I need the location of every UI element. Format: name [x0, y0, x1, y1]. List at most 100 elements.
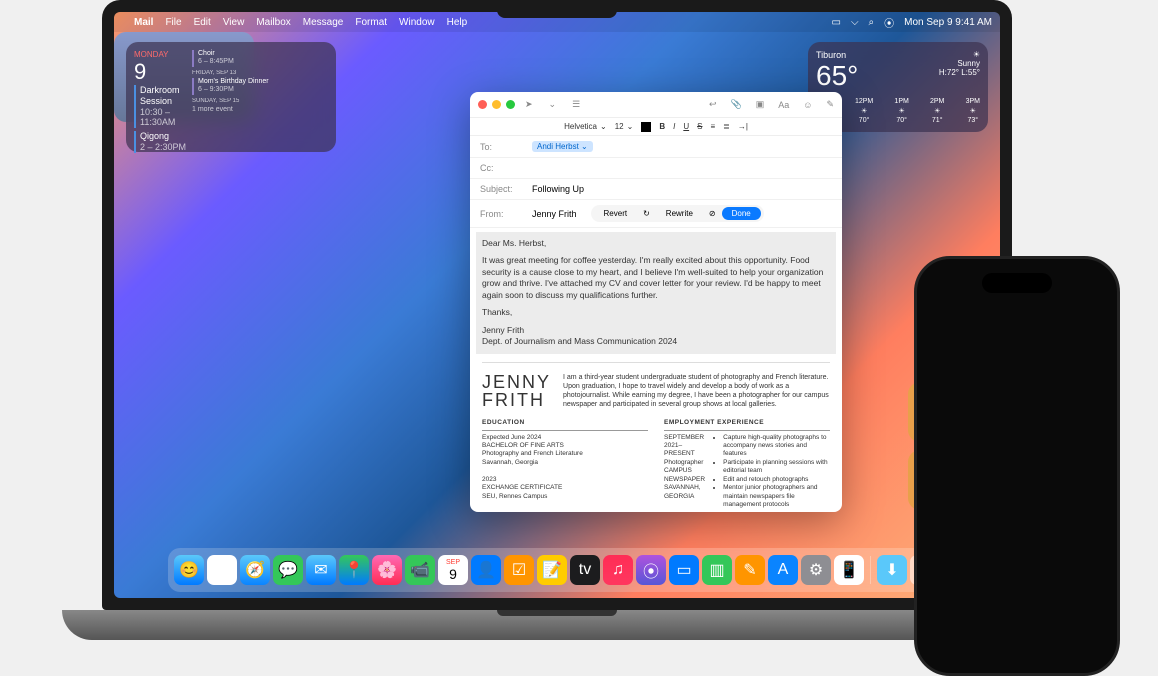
subject-value: Following Up [532, 184, 584, 194]
menu-file[interactable]: File [165, 17, 181, 28]
emoji-icon[interactable]: ☺ [803, 100, 812, 110]
event-date-header: FRIDAY, SEP 13 [192, 70, 328, 76]
format-icon[interactable]: Aa [778, 100, 789, 110]
font-select[interactable]: Helvetica ⌄ [564, 122, 607, 131]
calendar-event: Choir 6 – 8:45PM [192, 50, 328, 67]
resume-employment-col: EMPLOYMENT EXPERIENCE SEPTEMBER 2021–PRE… [664, 419, 830, 509]
signature-name: Jenny Frith [482, 325, 830, 336]
weather-city: Tiburon [816, 50, 858, 60]
sun-icon: ☀ [939, 50, 980, 59]
maximize-button[interactable] [506, 100, 515, 109]
window-titlebar[interactable]: ➤ ⌄ ☰ ↩ 📎 ▣ Aa ☺ ✎ [470, 92, 842, 118]
underline-button[interactable]: U [683, 122, 689, 131]
from-label: From: [480, 209, 524, 219]
resume-lastname: FRITH [482, 391, 551, 409]
menubar-clock[interactable]: Mon Sep 9 9:41 AM [904, 17, 992, 28]
photo-icon[interactable]: ▣ [756, 99, 765, 110]
cc-field[interactable]: Cc: [470, 158, 842, 179]
body-greeting: Dear Ms. Herbst, [482, 238, 830, 249]
menu-help[interactable]: Help [447, 17, 468, 28]
weather-hour: 2PM☀71° [930, 98, 944, 124]
to-field[interactable]: To: Andi Herbst ⌄ [470, 136, 842, 158]
dock-notes-icon[interactable]: 📝 [537, 555, 567, 585]
bold-button[interactable]: B [659, 122, 665, 131]
body-thanks: Thanks, [482, 307, 830, 318]
dock-keynote-icon[interactable]: ▭ [669, 555, 699, 585]
dock-messages-icon[interactable]: 💬 [273, 555, 303, 585]
event-time: 10:30 – 11:30AM [140, 107, 192, 129]
dock-finder-icon[interactable]: 😊 [174, 555, 204, 585]
dock-contacts-icon[interactable]: 👤 [471, 555, 501, 585]
subject-field[interactable]: Subject: Following Up [470, 179, 842, 200]
close-button[interactable] [478, 100, 487, 109]
dock-music-icon[interactable]: ♫ [603, 555, 633, 585]
calendar-widget[interactable]: MONDAY 9 Darkroom Session 10:30 – 11:30A… [126, 42, 336, 152]
event-time: 6 – 8:45PM [198, 58, 328, 66]
send-icon[interactable]: ➤ [525, 99, 533, 110]
battery-icon[interactable]: ▭ [832, 17, 841, 28]
dock-reminders-icon[interactable]: ☑ [504, 555, 534, 585]
indent-button[interactable]: →| [738, 122, 748, 131]
menu-view[interactable]: View [223, 17, 245, 28]
signature-dept: Dept. of Journalism and Mass Communicati… [482, 336, 830, 347]
search-icon[interactable]: ⌕ [869, 17, 875, 28]
from-value: Jenny Frith [532, 209, 577, 219]
strike-button[interactable]: S [697, 122, 702, 131]
weather-hour: 3PM☀73° [966, 98, 980, 124]
italic-button[interactable]: I [673, 122, 675, 131]
resume-education-col: EDUCATION Expected June 2024 BACHELOR OF… [482, 419, 648, 509]
dock-mail-icon[interactable]: ✉ [306, 555, 336, 585]
dock-launchpad-icon[interactable]: ⊞ [207, 555, 237, 585]
menu-message[interactable]: Message [303, 17, 344, 28]
list-button[interactable]: ≣ [723, 122, 730, 131]
rewrite-button[interactable]: Rewrite [656, 207, 703, 220]
dock-numbers-icon[interactable]: ▥ [702, 555, 732, 585]
iphone-device [914, 256, 1120, 676]
dock-pages-icon[interactable]: ✎ [735, 555, 765, 585]
dock-downloads-icon[interactable]: ⬇ [877, 555, 907, 585]
dock-safari-icon[interactable]: 🧭 [240, 555, 270, 585]
dock-calendar-icon[interactable]: SEP9 [438, 555, 468, 585]
history-icon[interactable]: ↻ [643, 209, 650, 218]
menu-format[interactable]: Format [355, 17, 387, 28]
calendar-event: Darkroom Session 10:30 – 11:30AM [134, 85, 192, 128]
markup-icon[interactable]: ✎ [826, 99, 834, 110]
weather-temp: 65° [816, 60, 858, 92]
dock-iphone-icon[interactable]: 📱 [834, 555, 864, 585]
event-title: Qigong [140, 131, 192, 142]
weather-hour: 1PM☀70° [894, 98, 908, 124]
options-icon[interactable]: ⊘ [709, 209, 716, 218]
menu-mailbox[interactable]: Mailbox [256, 17, 290, 28]
dock-appstore-icon[interactable]: A [768, 555, 798, 585]
display-notch [497, 0, 617, 18]
menu-window[interactable]: Window [399, 17, 435, 28]
minimize-button[interactable] [492, 100, 501, 109]
color-picker[interactable] [641, 122, 651, 132]
reply-icon[interactable]: ↩ [709, 99, 717, 110]
control-center-icon[interactable]: ⦿ [884, 15, 894, 30]
header-fields-icon[interactable]: ☰ [572, 99, 580, 110]
from-field[interactable]: From: Jenny Frith Revert ↻ Rewrite ⊘ Don… [470, 200, 842, 228]
menu-edit[interactable]: Edit [194, 17, 211, 28]
to-label: To: [480, 142, 524, 152]
mail-body[interactable]: Dear Ms. Herbst, It was great meeting fo… [470, 228, 842, 512]
app-name[interactable]: Mail [134, 17, 153, 28]
done-button[interactable]: Done [722, 207, 761, 220]
dock-tv-icon[interactable]: tv [570, 555, 600, 585]
align-button[interactable]: ≡ [710, 122, 715, 131]
resume-attachment: JENNY FRITH I am a third-year student un… [482, 362, 830, 409]
recipient-chip[interactable]: Andi Herbst ⌄ [532, 141, 593, 152]
fontsize-select[interactable]: 12 ⌄ [615, 122, 634, 131]
dock-maps-icon[interactable]: 📍 [339, 555, 369, 585]
dock-photos-icon[interactable]: 🌸 [372, 555, 402, 585]
revert-button[interactable]: Revert [594, 207, 638, 220]
wifi-icon[interactable]: ⌵ [851, 17, 859, 28]
event-date-header: SUNDAY, SEP 15 [192, 98, 328, 104]
dock-podcasts-icon[interactable]: ⦿ [636, 555, 666, 585]
chevron-down-icon[interactable]: ⌄ [549, 99, 557, 110]
attach-icon[interactable]: 📎 [731, 99, 742, 110]
event-title: Choir [198, 50, 328, 58]
dock-facetime-icon[interactable]: 📹 [405, 555, 435, 585]
dock-settings-icon[interactable]: ⚙ [801, 555, 831, 585]
desktop-screen: Mail File Edit View Mailbox Message Form… [114, 12, 1000, 598]
